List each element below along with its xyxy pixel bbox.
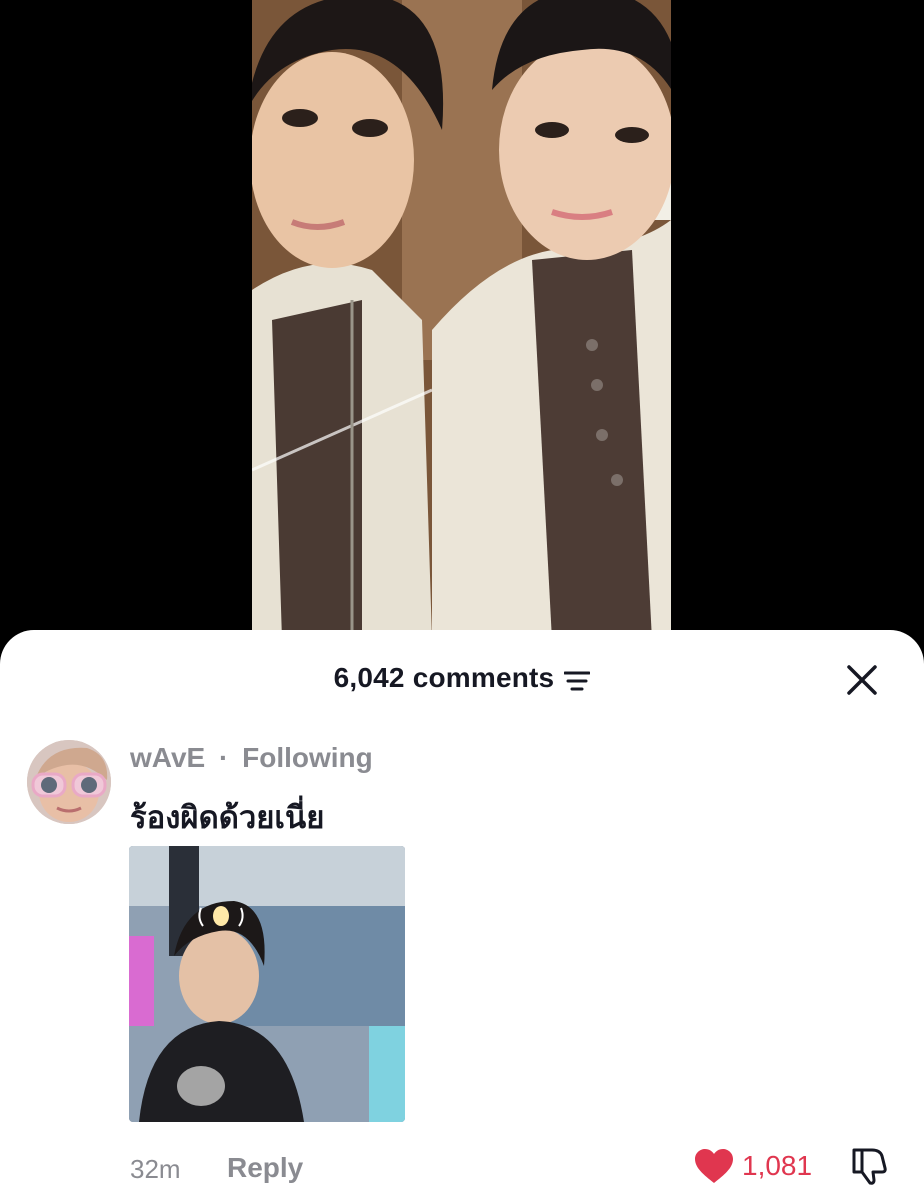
thumbs-down-icon xyxy=(852,1148,887,1185)
video-thumbnail[interactable] xyxy=(252,0,671,640)
meta-separator: · xyxy=(219,742,229,773)
comments-header: 6,042 comments xyxy=(0,630,924,726)
video-frame-image xyxy=(252,0,671,640)
comment-username[interactable]: wAvE xyxy=(130,742,205,773)
filter-lines-icon[interactable] xyxy=(563,667,591,691)
reply-button[interactable]: Reply xyxy=(227,1152,303,1184)
close-x-icon xyxy=(847,665,877,695)
like-count: 1,081 xyxy=(742,1150,813,1181)
like-button[interactable]: 1,081 xyxy=(694,1144,812,1188)
comment-count-label: 6,042 comments xyxy=(333,662,555,693)
close-button[interactable] xyxy=(844,662,880,698)
comment-item: wAvE · Following ร้องผิดด้วยเนี่ย 32m Re… xyxy=(0,734,924,1200)
relationship-label: Following xyxy=(242,742,373,773)
comment-count-title: 6,042 comments xyxy=(0,662,924,694)
comment-meta: wAvE · Following xyxy=(130,742,373,774)
comment-attached-image[interactable] xyxy=(129,846,405,1122)
dislike-button[interactable] xyxy=(848,1144,890,1186)
comment-time: 32m xyxy=(130,1154,181,1184)
avatar[interactable] xyxy=(27,740,111,824)
comment-text: ร้องผิดด้วยเนี่ย xyxy=(130,800,325,836)
comments-sheet: 6,042 comments wAvE · Following ร้องผิดด… xyxy=(0,630,924,1200)
comment-footer: 32m Reply 1,081 xyxy=(0,1142,924,1192)
video-player[interactable] xyxy=(0,0,924,640)
heart-icon xyxy=(695,1149,733,1183)
